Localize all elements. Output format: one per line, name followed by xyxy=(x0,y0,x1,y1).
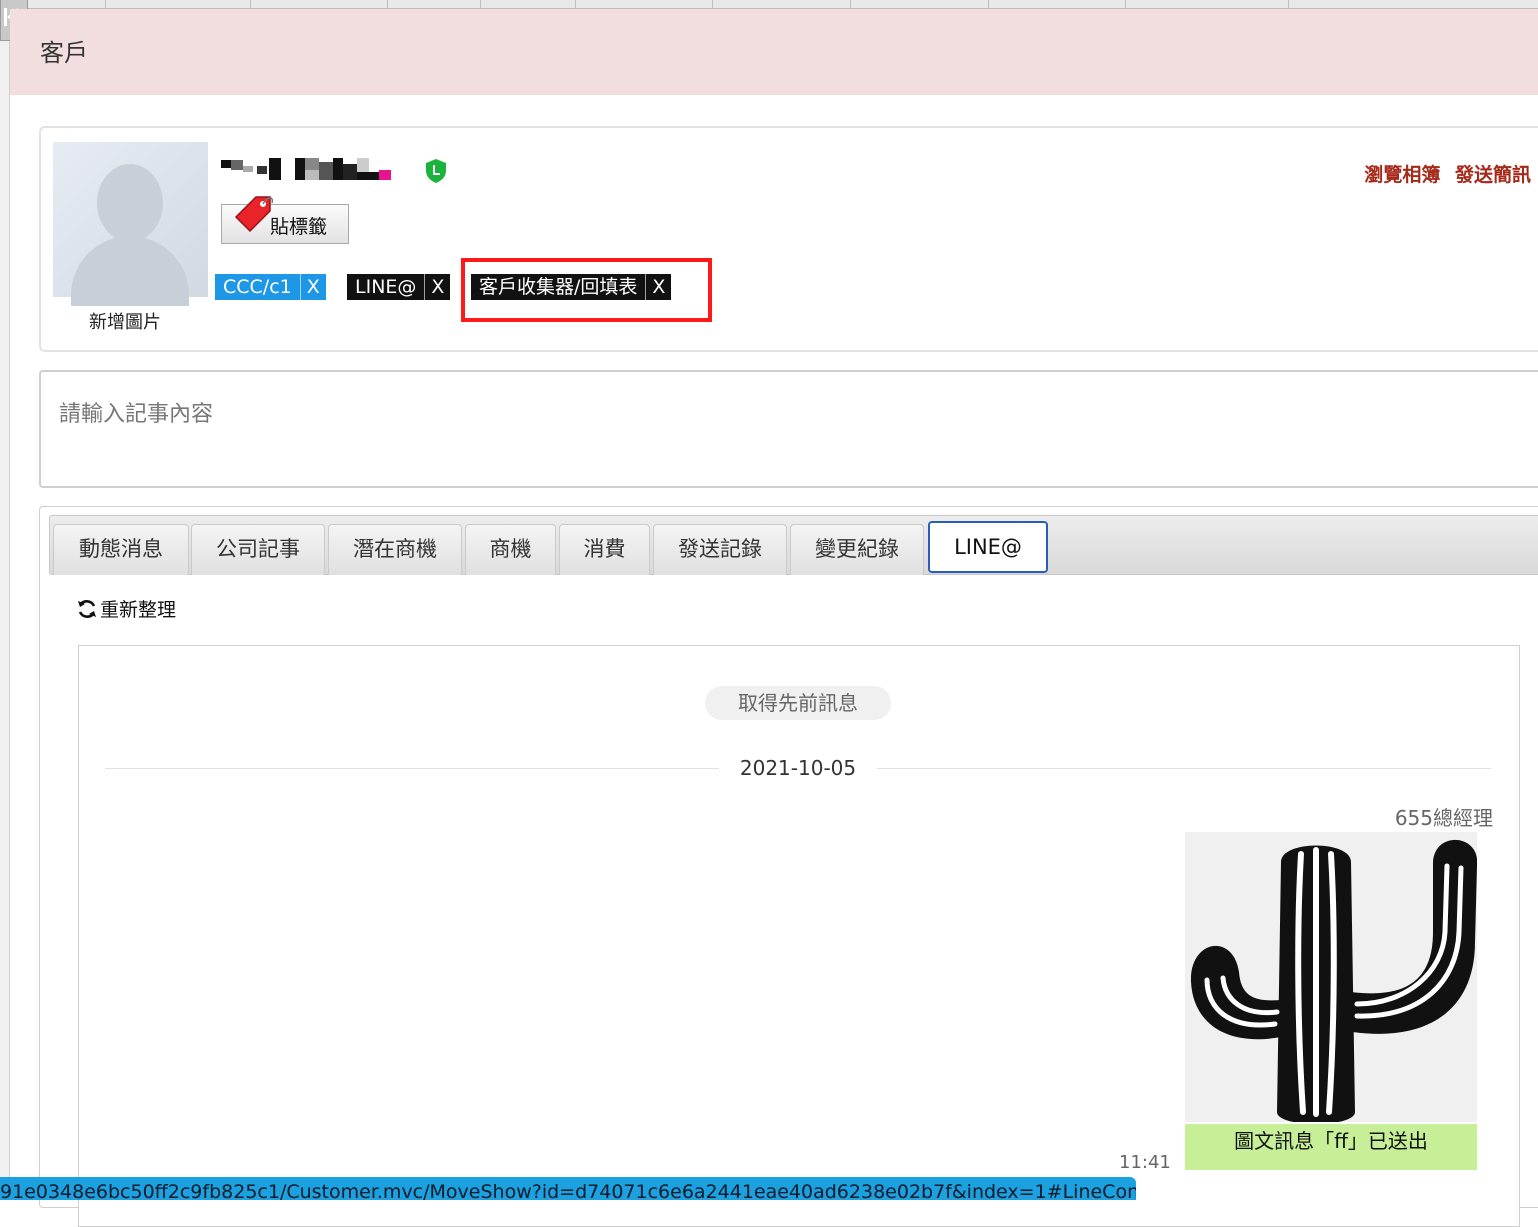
tabs-panel: 動態消息 公司記事 潛在商機 商機 消費 發送記錄 變更紀錄 LINE@ 重新整… xyxy=(39,506,1538,1227)
tab-change-log[interactable]: 變更紀錄 xyxy=(790,524,924,575)
toolbar-separator xyxy=(105,0,106,8)
refresh-label: 重新整理 xyxy=(100,599,177,621)
tag-remove-button[interactable]: X xyxy=(424,274,450,300)
customer-profile-card: 新增圖片 貼標籤 CCC/c1 X LINE@ X 客戶收集器/回填表 X 瀏覽… xyxy=(39,126,1538,352)
toolbar-separator xyxy=(712,0,713,8)
note-input[interactable] xyxy=(57,394,1461,468)
date-label: 2021-10-05 xyxy=(719,756,877,780)
avatar[interactable] xyxy=(53,142,208,306)
line-chat-area: 取得先前訊息 2021-10-05 655總經理 圖文訊息「ff」已送出 11:… xyxy=(78,645,1520,1227)
avatar-head-shape xyxy=(97,164,163,242)
page-title: 客戶 xyxy=(40,39,88,67)
tab-news[interactable]: 動態消息 xyxy=(53,524,189,575)
tab-consumption[interactable]: 消費 xyxy=(559,524,650,575)
cactus-image xyxy=(1190,839,1477,1122)
toolbar-separator xyxy=(480,0,481,8)
tag-chip-line: LINE@ X xyxy=(347,274,451,300)
add-tag-button[interactable]: 貼標籤 xyxy=(221,196,349,244)
load-previous-messages-button[interactable]: 取得先前訊息 xyxy=(705,686,891,720)
page-header: 客戶 xyxy=(10,9,1538,95)
refresh-icon xyxy=(78,600,96,618)
top-toolbar-strip xyxy=(0,0,1538,9)
profile-links: 瀏覽相簿 發送簡訊 xyxy=(1356,160,1531,187)
browse-album-link[interactable]: 瀏覽相簿 xyxy=(1364,164,1440,186)
tab-send-records[interactable]: 發送記錄 xyxy=(653,524,787,575)
toolbar-separator xyxy=(1288,0,1289,8)
tag-chip-label: CCC/c1 xyxy=(223,276,292,298)
tab-company-notes[interactable]: 公司記事 xyxy=(191,524,325,575)
send-sms-link[interactable]: 發送簡訊 xyxy=(1455,164,1531,186)
message-caption: 圖文訊息「ff」已送出 xyxy=(1185,1124,1477,1170)
toolbar-separator xyxy=(850,0,851,8)
add-tag-label: 貼標籤 xyxy=(270,216,328,238)
image-message[interactable] xyxy=(1185,832,1477,1122)
avatar-body-shape xyxy=(71,236,189,306)
refresh-button[interactable]: 重新整理 xyxy=(76,595,176,622)
toolbar-separator xyxy=(250,0,251,8)
add-picture-link[interactable]: 新增圖片 xyxy=(89,308,161,334)
tab-line[interactable]: LINE@ xyxy=(928,521,1048,573)
customer-name-redacted xyxy=(221,158,393,182)
toolbar-separator xyxy=(1125,0,1126,8)
tag-chip-ccc: CCC/c1 X xyxy=(215,274,326,300)
tab-bar: 動態消息 公司記事 潛在商機 商機 消費 發送記錄 變更紀錄 LINE@ xyxy=(49,515,1538,575)
status-bar-url: 91e0348e6bc50ff2c9fb825c1/Customer.mvc/M… xyxy=(0,1177,1136,1200)
tab-potential-opportunities[interactable]: 潛在商機 xyxy=(328,524,462,575)
tag-remove-button[interactable]: X xyxy=(299,274,326,300)
message-time: 11:41 xyxy=(1119,1152,1171,1173)
line-shield-icon xyxy=(426,159,446,183)
toolbar-separator xyxy=(575,0,576,8)
message-sender: 655總經理 xyxy=(1394,806,1493,830)
tab-opportunities[interactable]: 商機 xyxy=(465,524,556,575)
toolbar-separator xyxy=(387,0,388,8)
left-side-bar xyxy=(0,8,10,1200)
highlight-box xyxy=(461,258,712,322)
note-box xyxy=(39,370,1538,488)
tag-chip-label: LINE@ xyxy=(355,276,417,298)
toolbar-separator xyxy=(988,0,989,8)
